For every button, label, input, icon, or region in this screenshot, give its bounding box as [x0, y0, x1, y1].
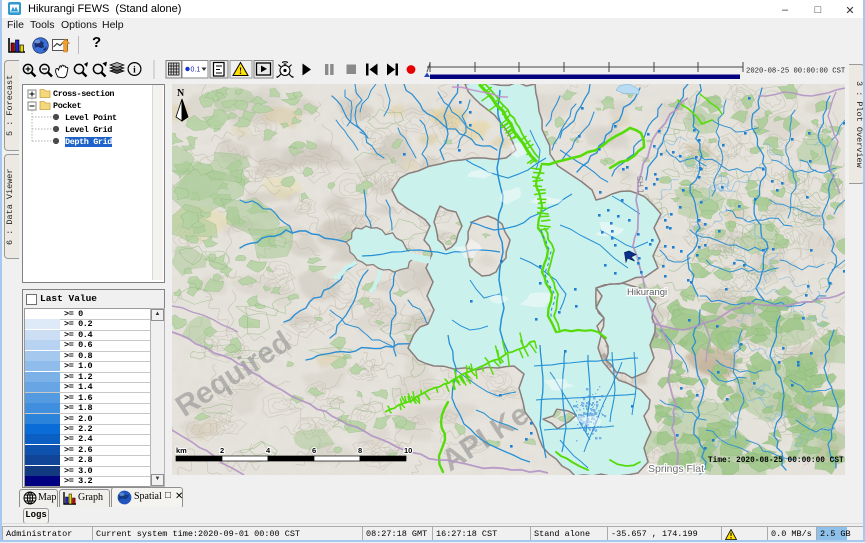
- svg-text:km: km: [176, 446, 187, 455]
- svg-text:0.1: 0.1: [191, 67, 201, 74]
- svg-text:10: 10: [404, 446, 412, 455]
- svg-text:i: i: [133, 65, 136, 75]
- svg-text:N: N: [177, 88, 185, 99]
- svg-text:2020-08-25 00:00:00 CST: 2020-08-25 00:00:00 CST: [746, 68, 846, 76]
- svg-text:!: !: [239, 66, 242, 76]
- svg-text:Time: 2020-08-25 00:00:00 CST: Time: 2020-08-25 00:00:00 CST: [708, 457, 844, 465]
- svg-text:8: 8: [358, 446, 362, 455]
- svg-text:6: 6: [312, 446, 316, 455]
- svg-text:SH 1: SH 1: [635, 175, 646, 194]
- svg-text:Hikurangi: Hikurangi: [627, 287, 667, 298]
- svg-text:2: 2: [220, 446, 224, 455]
- svg-text:Springs Flat: Springs Flat: [648, 463, 704, 475]
